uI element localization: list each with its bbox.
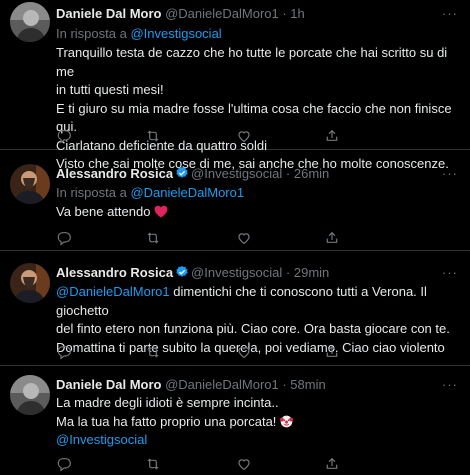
tweet-actions [56,344,456,360]
tweet-line: Tranquillo testa de cazzo che ho tutte l… [56,45,448,79]
clown-emoji [280,415,294,427]
reply-to-mention[interactable]: @Investigsocial [130,26,221,41]
mention-link[interactable]: @DanieleDalMoro1 [56,284,170,299]
tweet-line: Ma la tua ha fatto proprio una porcata! [56,413,277,429]
separator: · [278,6,291,21]
author-name[interactable]: Alessandro Rosica [56,265,173,280]
tweet-line: del finto etero non funziona più. Ciao c… [56,321,450,336]
tweet[interactable]: Alessandro Rosica @Investigsocial · 29min… [0,251,470,366]
reply-prefix: In risposta a [56,185,127,200]
more-options-icon[interactable]: ··· [442,166,458,181]
author-handle[interactable]: @DanieleDalMoro1 [165,377,279,392]
reply-icon[interactable] [56,456,72,472]
timestamp[interactable]: 1h [290,6,304,21]
reply-prefix: In risposta a [56,26,127,41]
share-icon[interactable] [324,344,340,360]
tweet-line: in tutti questi mesi! [56,82,164,97]
author-name[interactable]: Alessandro Rosica [56,166,173,181]
tweet-text: Va bene attendo [56,203,462,222]
retweet-icon[interactable] [145,128,161,144]
share-icon[interactable] [324,456,340,472]
reply-icon[interactable] [56,128,72,144]
tweet[interactable]: Daniele Dal Moro @DanieleDalMoro1 · 58mi… [0,366,470,475]
avatar[interactable] [10,263,50,303]
retweet-icon[interactable] [145,230,161,246]
like-icon[interactable] [236,344,252,360]
like-icon[interactable] [236,230,252,246]
tweet-header: Alessandro Rosica @Investigsocial · 26min [56,166,329,182]
reply-to-mention[interactable]: @DanieleDalMoro1 [130,185,244,200]
reply-icon[interactable] [56,230,72,246]
tweet-actions [56,230,456,246]
timestamp[interactable]: 58min [290,377,325,392]
author-handle[interactable]: @DanieleDalMoro1 [165,6,279,21]
more-options-icon[interactable]: ··· [442,6,458,21]
tweet-header: Alessandro Rosica @Investigsocial · 29min [56,265,329,281]
avatar[interactable] [10,164,50,204]
separator: · [278,377,291,392]
verified-badge-icon [175,265,189,279]
tweet-actions [56,128,456,144]
tweet-header: Daniele Dal Moro @DanieleDalMoro1 · 1h [56,6,305,22]
reply-context: In risposta a @DanieleDalMoro1 [56,185,244,201]
timestamp[interactable]: 29min [294,265,329,280]
separator: · [282,166,294,181]
more-options-icon[interactable]: ··· [442,377,458,392]
tweet-header: Daniele Dal Moro @DanieleDalMoro1 · 58mi… [56,377,326,393]
author-name[interactable]: Daniele Dal Moro [56,377,161,392]
author-handle[interactable]: @Investigsocial [191,265,282,280]
red-heart-emoji [154,205,168,218]
share-icon[interactable] [324,230,340,246]
avatar[interactable] [10,2,50,42]
author-name[interactable]: Daniele Dal Moro [56,6,161,21]
reply-context: In risposta a @Investigsocial [56,26,222,42]
more-options-icon[interactable]: ··· [442,265,458,280]
tweet[interactable]: Daniele Dal Moro @DanieleDalMoro1 · 1h ·… [0,0,470,171]
retweet-icon[interactable] [145,344,161,360]
avatar[interactable] [10,375,50,415]
reply-icon[interactable] [56,344,72,360]
share-icon[interactable] [324,128,340,144]
separator: · [282,265,294,280]
tweet-text: La madre degli idioti è sempre incinta..… [56,394,462,450]
timestamp[interactable]: 26min [294,166,329,181]
tweet-actions [56,456,456,472]
like-icon[interactable] [236,456,252,472]
like-icon[interactable] [236,128,252,144]
tweet[interactable]: Alessandro Rosica @Investigsocial · 26min… [0,150,470,251]
verified-badge-icon [175,166,189,180]
tweet-line: Va bene attendo [56,204,151,219]
tweet-line: La madre degli idioti è sempre incinta.. [56,395,279,410]
mention-link[interactable]: @Investigsocial [56,432,147,447]
author-handle[interactable]: @Investigsocial [191,166,282,181]
retweet-icon[interactable] [145,456,161,472]
